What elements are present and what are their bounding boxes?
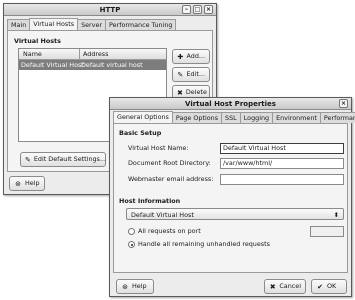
- virtual-hosts-heading: Virtual Hosts: [14, 37, 61, 45]
- ok-button-label: OK: [327, 282, 337, 290]
- port-field[interactable]: [310, 226, 344, 237]
- window-controls: – □ ×: [182, 5, 213, 14]
- tab-ssl[interactable]: SSL: [221, 112, 241, 123]
- tab-virtual-hosts[interactable]: Virtual Hosts: [29, 18, 79, 30]
- handle-unhandled-label: Handle all remaining unhandled requests: [138, 240, 270, 248]
- virtual-host-name-field[interactable]: Default Virtual Host: [220, 143, 344, 154]
- close-icon[interactable]: ×: [204, 5, 213, 14]
- tab-server[interactable]: Server: [77, 19, 107, 30]
- http-tabs: Main Virtual Hosts Server Performance Tu…: [7, 18, 177, 30]
- help-icon: ⊛: [15, 179, 21, 188]
- http-help-button[interactable]: ⊛ Help: [9, 176, 45, 191]
- settings-icon: ✎: [25, 155, 31, 164]
- edit-default-settings-label: Edit Default Settings...: [33, 155, 106, 163]
- http-window-titlebar[interactable]: HTTP – □ ×: [4, 4, 216, 16]
- table-row[interactable]: Default Virtual Host Default virtual hos…: [19, 60, 166, 70]
- http-help-label: Help: [25, 179, 40, 187]
- column-header-name[interactable]: Name: [23, 50, 42, 58]
- tab-page-options[interactable]: Page Options: [171, 112, 223, 123]
- minimize-icon[interactable]: –: [182, 5, 191, 14]
- cancel-button-label: Cancel: [279, 282, 301, 290]
- all-requests-label: All requests on port: [138, 227, 201, 235]
- edit-default-settings-button[interactable]: ✎ Edit Default Settings...: [20, 152, 106, 167]
- dialog-help-button[interactable]: ⊛ Help: [116, 279, 154, 294]
- handle-unhandled-radio[interactable]: [128, 241, 135, 248]
- row-name: Default Virtual Host: [21, 61, 84, 69]
- webmaster-email-field[interactable]: [220, 174, 344, 185]
- virtual-host-properties-dialog: Virtual Host Properties × General Option…: [109, 97, 355, 297]
- dialog-help-label: Help: [132, 282, 147, 290]
- tab-environment[interactable]: Environment: [272, 112, 321, 123]
- virtual-host-name-label: Virtual Host Name:: [128, 144, 189, 152]
- list-header: Name Address: [19, 49, 166, 60]
- document-root-label: Document Root Directory:: [128, 159, 211, 167]
- tab-main[interactable]: Main: [7, 19, 31, 30]
- maximize-icon[interactable]: □: [193, 5, 202, 14]
- edit-icon: ✎: [177, 70, 184, 79]
- add-button[interactable]: ✚ Add...: [172, 49, 210, 64]
- close-icon[interactable]: ×: [339, 99, 348, 108]
- cancel-button[interactable]: ✖ Cancel: [264, 279, 306, 294]
- dialog-title: Virtual Host Properties: [185, 100, 276, 108]
- row-address: Default virtual host: [81, 61, 143, 69]
- ok-button[interactable]: ✔ OK: [311, 279, 347, 294]
- general-options-panel: Basic Setup Virtual Host Name: Default V…: [113, 123, 348, 273]
- add-icon: ✚: [177, 52, 184, 61]
- delete-icon: ✖: [177, 88, 183, 97]
- tab-general-options[interactable]: General Options: [113, 111, 173, 123]
- column-divider: [79, 49, 80, 60]
- chevron-down-icon: ⬍: [333, 211, 339, 219]
- host-type-select[interactable]: Default Virtual Host ⬍: [126, 208, 344, 220]
- dialog-window-controls: ×: [339, 99, 348, 108]
- basic-setup-heading: Basic Setup: [119, 129, 162, 137]
- host-type-select-value: Default Virtual Host: [131, 211, 194, 219]
- tab-performance[interactable]: Performance: [319, 112, 355, 123]
- tab-performance-tuning[interactable]: Performance Tuning: [105, 19, 177, 30]
- column-header-address[interactable]: Address: [83, 50, 108, 58]
- host-information-heading: Host Information: [119, 197, 181, 205]
- http-window-title: HTTP: [99, 6, 121, 14]
- cancel-icon: ✖: [269, 282, 276, 291]
- ok-icon: ✔: [317, 282, 323, 291]
- document-root-field[interactable]: /var/www/html/: [220, 158, 344, 169]
- edit-button-label: Edit...: [186, 70, 205, 78]
- webmaster-email-label: Webmaster email address:: [128, 175, 214, 183]
- add-button-label: Add...: [186, 52, 205, 60]
- dialog-titlebar[interactable]: Virtual Host Properties ×: [110, 98, 351, 110]
- help-icon: ⊛: [122, 282, 128, 291]
- all-requests-radio[interactable]: [128, 228, 135, 235]
- tab-logging[interactable]: Logging: [239, 112, 274, 123]
- dialog-tabs: General Options Page Options SSL Logging…: [113, 111, 355, 123]
- edit-button[interactable]: ✎ Edit...: [172, 67, 210, 82]
